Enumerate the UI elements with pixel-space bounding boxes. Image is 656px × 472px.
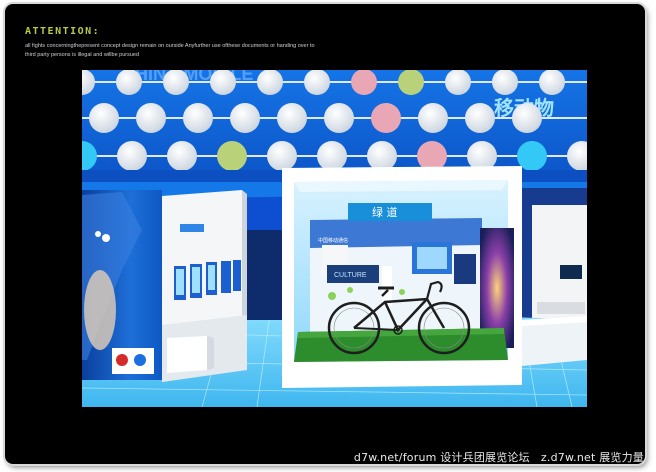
footer-credit: d7w.net/forum 设计兵团展览论坛 z.d7w.net 展览力量 [353, 451, 644, 464]
ceiling-ball [512, 103, 542, 133]
ceiling-ball [367, 141, 397, 171]
ceiling-ball [210, 70, 236, 95]
ceiling-ball [163, 70, 189, 95]
ceiling-ball [398, 70, 424, 95]
ceiling-ball [217, 141, 247, 171]
ceiling-ball [492, 70, 518, 95]
notice-line: all fights concerningthepresent concept … [25, 43, 315, 49]
ceiling-ball [465, 103, 495, 133]
notice-line: third party persons is illegal and willb… [25, 52, 140, 58]
ceiling-ball [371, 103, 401, 133]
olympic-badge [112, 348, 154, 374]
ceiling-ball [136, 103, 166, 133]
ceiling-ball [317, 141, 347, 171]
ceiling-ball [418, 103, 448, 133]
ceiling-ball [116, 70, 142, 95]
ceiling-ball [89, 103, 119, 133]
ceiling-ball [183, 103, 213, 133]
ceiling-ball [230, 103, 260, 133]
green-road-sign: 绿 道 [372, 205, 398, 219]
ceiling-ball [351, 70, 377, 95]
ceiling-ball [539, 70, 565, 95]
ceiling-ball [417, 141, 447, 171]
ceiling-ball [117, 141, 147, 171]
ceiling-ball [304, 70, 330, 95]
ceiling-ball [167, 141, 197, 171]
ceiling-ball [277, 103, 307, 133]
attention-notice: all fights concerningthepresent concept … [25, 42, 385, 60]
ceiling-ball [257, 70, 283, 95]
logo-small-text: 中国移动通信 [318, 237, 348, 244]
wall-text: CULTURE [334, 272, 367, 279]
ceiling-ball [324, 103, 354, 133]
attention-title: ATTENTION: [25, 26, 101, 37]
ceiling-ball [267, 141, 297, 171]
ceiling-ball [445, 70, 471, 95]
booth-render-image: CHINA MOBILE 移动物 [82, 70, 587, 407]
feature-display-box: 中国移动通信 CULTURE 绿 道 [282, 166, 522, 388]
athlete-figure [84, 270, 116, 350]
